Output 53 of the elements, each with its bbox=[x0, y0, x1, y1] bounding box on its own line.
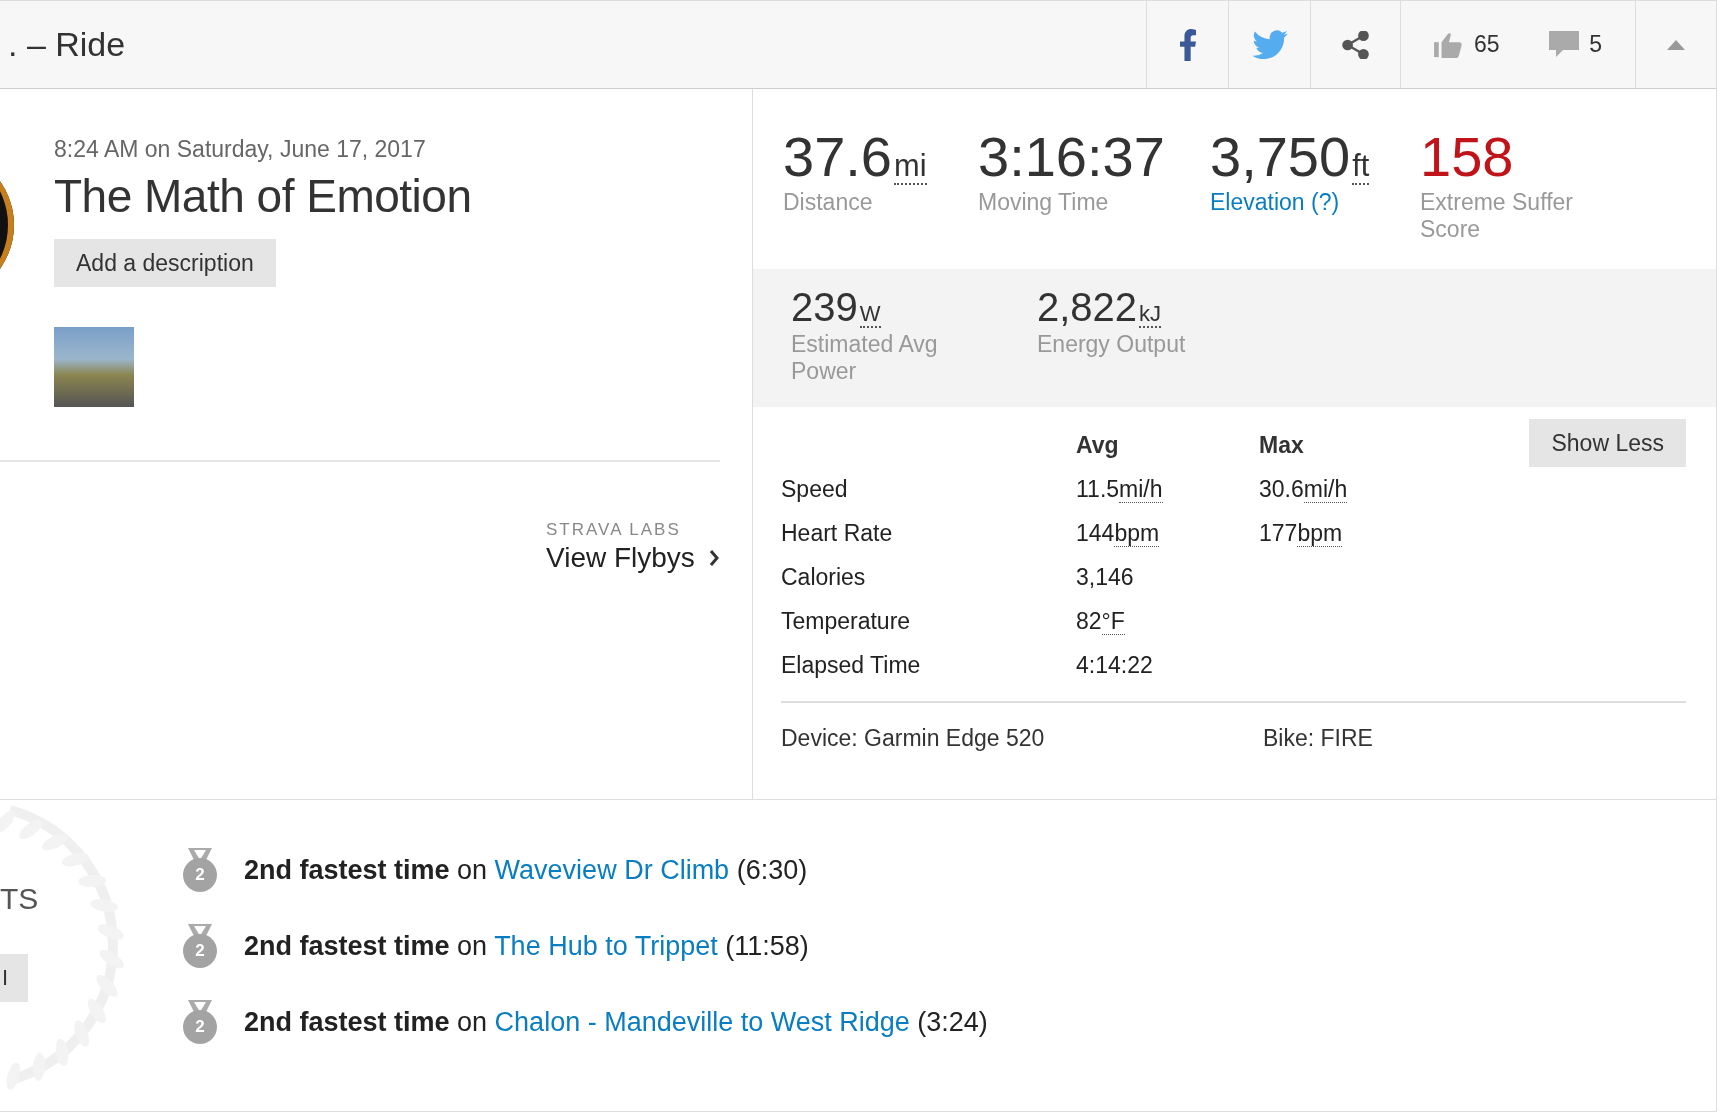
speech-bubble-icon bbox=[1549, 30, 1580, 59]
activity-date: 8:24 AM on Saturday, June 17, 2017 bbox=[54, 136, 426, 163]
row-label: Heart Rate bbox=[781, 519, 894, 547]
column-header: Avg bbox=[1076, 431, 1120, 459]
achievement-text: 2nd fastest time on Waveview Dr Climb (6:30) bbox=[244, 854, 808, 886]
elevation-link[interactable]: Elevation (?) bbox=[1210, 189, 1420, 216]
comments-button[interactable]: 5 bbox=[1549, 30, 1603, 59]
show-less-button[interactable]: Show Less bbox=[1529, 419, 1686, 467]
table-cell-text: 4:14:22 bbox=[1076, 651, 1154, 679]
segment-link[interactable]: The Hub to Trippet bbox=[494, 930, 718, 961]
row-label: Temperature bbox=[781, 607, 912, 635]
table-cell-text: 11.5mi/h bbox=[1076, 475, 1164, 503]
stat-label: Energy Output bbox=[1037, 331, 1187, 358]
table-cell-text: 144bpm bbox=[1076, 519, 1161, 547]
table-cell-text: 30.6mi/h bbox=[1259, 475, 1349, 503]
stat-value: 239W bbox=[791, 287, 882, 327]
facebook-icon bbox=[1178, 28, 1197, 61]
stat-value: 3:16:37 bbox=[978, 129, 1166, 185]
chevron-right-icon bbox=[708, 550, 719, 566]
stat-label: Distance bbox=[783, 189, 874, 216]
section-heading: TS bbox=[0, 882, 39, 916]
page-title: . – Ride bbox=[7, 24, 127, 65]
stat-label: Moving Time bbox=[978, 189, 1110, 216]
table-cell-text: 3,146 bbox=[1076, 563, 1135, 591]
thumbs-up-icon bbox=[1433, 30, 1464, 59]
add-description-button[interactable]: Add a description bbox=[54, 239, 276, 287]
column-header: Max bbox=[1259, 431, 1305, 459]
segment-link[interactable]: Chalon - Mandeville to West Ridge bbox=[494, 1006, 910, 1037]
labs-label: STRAVA LABS bbox=[546, 520, 681, 540]
table-cell-text: 177bpm bbox=[1259, 519, 1344, 547]
achievement-text: 2nd fastest time on Chalon - Mandeville to West Ridge (3:24) bbox=[244, 1006, 988, 1038]
stat-value: 37.6mi bbox=[783, 129, 928, 185]
device-text: Device: Garmin Edge 520 bbox=[781, 725, 1046, 752]
stat-value: 158 bbox=[1420, 129, 1515, 185]
stat-value: 2,822 kJ bbox=[1037, 287, 1163, 327]
row-label: Speed bbox=[781, 475, 849, 503]
stat-value: 3,750ft bbox=[1210, 129, 1371, 185]
achievement-text: 2nd fastest time on The Hub to Trippet (11:58) bbox=[244, 930, 809, 962]
activity-title: The Math of Emotion bbox=[54, 169, 472, 223]
segment-link[interactable]: Waveview Dr Climb bbox=[494, 854, 730, 885]
row-label: Calories bbox=[781, 563, 867, 591]
view-flybys-link[interactable]: View Flybys bbox=[546, 542, 719, 574]
table-cell-text: 82°F bbox=[1076, 607, 1126, 635]
stat-label: Estimated Avg Power bbox=[791, 331, 939, 385]
caret-up-icon bbox=[1667, 39, 1685, 50]
kudos-button[interactable]: 65 bbox=[1433, 30, 1500, 59]
photo-placeholder[interactable] bbox=[54, 327, 134, 407]
section-button[interactable]: I bbox=[0, 954, 28, 1002]
share-icon bbox=[1341, 30, 1370, 59]
twitter-bird-icon bbox=[1251, 29, 1288, 60]
row-label: Elapsed Time bbox=[781, 651, 922, 679]
stat-label: Extreme Suffer Score bbox=[1420, 189, 1574, 243]
bike-text: Bike: FIRE bbox=[1263, 725, 1373, 752]
